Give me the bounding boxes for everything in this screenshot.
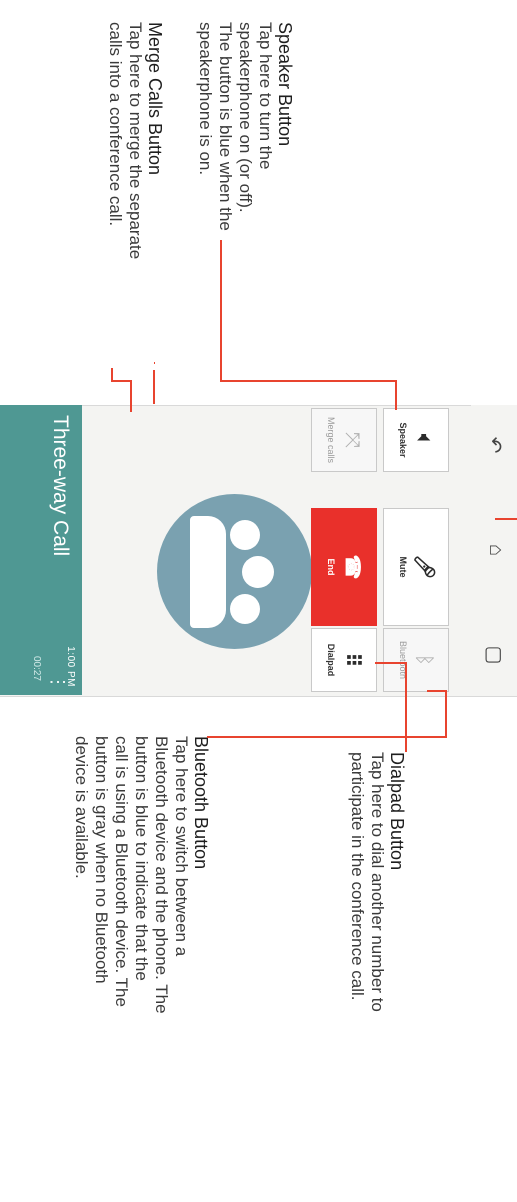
leader-line-bluetooth-h <box>445 690 447 736</box>
mute-button[interactable]: 🎤︎ Mute <box>383 508 449 626</box>
leader-line-merge-horiz <box>153 384 155 404</box>
leader-line-dialpad-v <box>375 662 407 664</box>
callout-dialpad-title: Dialpad Button <box>387 752 407 871</box>
leader-line-bluetooth-v <box>207 736 447 738</box>
bluetooth-button[interactable]: ᛒ Bluetooth <box>383 628 449 692</box>
call-title: Three-way Call <box>49 415 72 557</box>
callout-dialpad: Dialpad Button Tap here to dial another … <box>347 752 407 1182</box>
callout-merge-line-1: Tap here to merge the separate <box>126 22 145 260</box>
avatar-head-2 <box>230 594 260 624</box>
callout-bluetooth-line-4: call is using a Bluetooth device. The <box>112 736 131 1007</box>
home-icon[interactable]: ⌂ <box>484 530 507 570</box>
callout-speaker-line-2: speakerphone on (or off). <box>236 22 255 213</box>
callout-speaker: Speaker Button Tap here to turn the spea… <box>195 22 295 342</box>
leader-line-merge-h3 <box>130 380 132 412</box>
mute-label: Mute <box>398 556 408 578</box>
avatar-bodies <box>190 516 226 628</box>
back-icon[interactable]: ↶ <box>482 425 507 465</box>
callout-merge-title: Merge Calls Button <box>145 22 165 176</box>
leader-line-dialpad-h <box>405 662 407 752</box>
end-call-label: End <box>326 558 336 576</box>
callout-speaker-line-1: Tap here to turn the <box>256 22 275 170</box>
callout-bluetooth: Bluetooth Button Tap here to switch betw… <box>71 736 211 1196</box>
end-call-button[interactable]: ☎ End <box>311 508 377 626</box>
dialpad-button[interactable]: ⠿ Dialpad <box>311 628 377 692</box>
leader-line-mute-stub <box>495 518 517 520</box>
call-timer: 00:27 <box>31 655 42 681</box>
mute-icon: 🎤︎ <box>413 554 435 580</box>
leader-line-merge-h4 <box>111 368 113 382</box>
leader-line-speaker-v <box>220 380 397 382</box>
callout-dialpad-line-1: Tap here to dial another number to <box>368 752 387 1012</box>
avatar-head-3 <box>242 556 274 588</box>
call-header: Three-way Call 1:00 PM 00:27 ⋮ <box>0 405 82 695</box>
stage: Merge Calls Button Tap here to merge the… <box>0 0 517 1202</box>
merge-icon: ⤧ <box>341 432 363 448</box>
leader-line-speaker-h <box>220 240 222 380</box>
merge-calls-button[interactable]: ⤧ Merge calls <box>311 408 377 472</box>
rotated-canvas: Merge Calls Button Tap here to merge the… <box>0 0 517 1202</box>
callout-speaker-title: Speaker Button <box>275 22 295 147</box>
dialpad-icon: ⠿ <box>341 652 363 668</box>
callout-merge-line-2: calls into a conference call. <box>106 22 125 227</box>
speaker-icon: 🔈︎ <box>413 434 435 446</box>
leader-line-speaker-h2 <box>395 380 397 410</box>
callout-speaker-line-3: The button is blue when the <box>216 22 235 231</box>
overflow-menu-icon[interactable]: ⋮ <box>48 673 68 691</box>
callout-bluetooth-line-5: button is gray when no Bluetooth <box>92 736 111 984</box>
callout-bluetooth-line-2: Bluetooth device and the phone. The <box>152 736 171 1014</box>
callout-merge: Merge Calls Button Tap here to merge the… <box>105 22 165 362</box>
leader-line-merge-a <box>154 362 155 364</box>
callout-bluetooth-line-6: device is available. <box>72 736 91 879</box>
dialpad-label: Dialpad <box>326 643 336 677</box>
callout-speaker-line-4: speakerphone is on. <box>196 22 215 176</box>
speaker-label: Speaker <box>398 422 408 458</box>
speaker-button[interactable]: 🔈︎ Speaker <box>383 408 449 472</box>
leader-line-merge-v2 <box>112 380 132 382</box>
callout-bluetooth-line-1: Tap here to switch between a <box>172 736 191 957</box>
callout-bluetooth-line-3: button is blue to indicate that the <box>132 736 151 981</box>
bluetooth-icon: ᛒ <box>413 654 435 666</box>
contact-avatar <box>157 494 312 649</box>
leader-line-bluetooth-stub <box>427 690 447 692</box>
callout-bluetooth-title: Bluetooth Button <box>191 736 211 870</box>
merge-calls-label: Merge calls <box>326 416 336 463</box>
avatar-head-1 <box>230 520 260 550</box>
callout-dialpad-line-2: participate in the conference call. <box>348 752 367 1001</box>
recent-apps-icon[interactable]: ▢ <box>482 635 507 675</box>
end-call-icon: ☎ <box>341 554 363 580</box>
navigation-bar: ↶ ⌂ ▢ <box>471 405 517 695</box>
